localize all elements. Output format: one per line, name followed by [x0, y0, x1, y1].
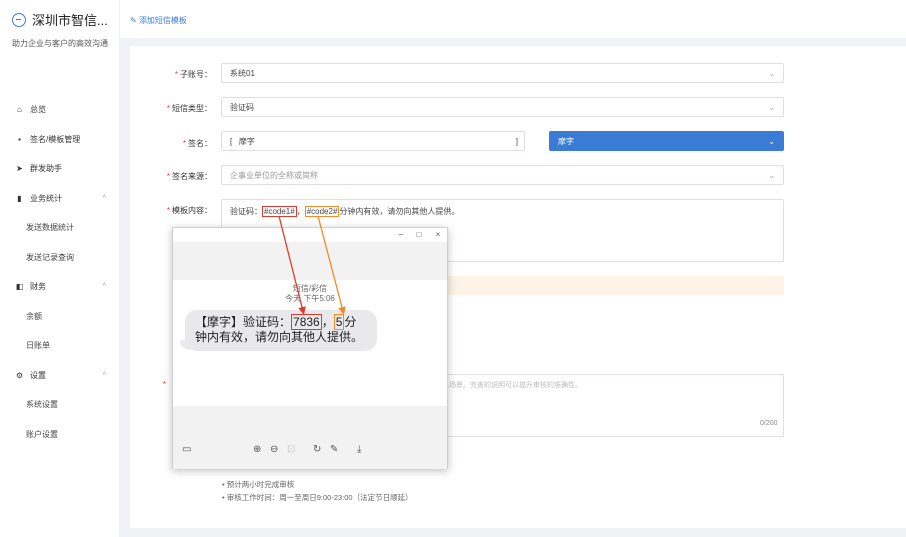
breadcrumb[interactable]: ✎ 添加短信模板: [130, 15, 187, 26]
fit-icon[interactable]: ⊡: [287, 444, 295, 455]
sidebar-item-label: 总览: [30, 105, 46, 115]
character-counter: 0/200: [760, 420, 778, 427]
description-placeholder: 和发送场景。完善的说明可以提升审核的准确性。: [428, 382, 582, 389]
sidebar-item[interactable]: 账户设置: [0, 420, 120, 450]
sidebar: 深圳市智信... 助力企业与客户的高效沟通 ⌂ 总览 ▪ 签名/模板管理 ➤ 群发助手 ▮ 业…: [0, 0, 120, 537]
sidebar-item-label: 财务: [30, 282, 46, 292]
image-viewer-window: − □ × 短信/彩信 今天 下午5:06 【摩字】验证码： 7836， 5 分 钟内…: [172, 227, 448, 469]
signature-input[interactable]: [ 摩字 ]: [221, 131, 525, 151]
maximize-icon[interactable]: □: [413, 230, 425, 239]
minimize-icon[interactable]: −: [395, 230, 407, 239]
code1-value-highlight: 7836: [291, 314, 322, 330]
sidebar-item[interactable]: ▮ 业务统计 ^: [0, 184, 120, 214]
sidebar-item-label: 日账单: [26, 341, 50, 351]
code1-highlight: #code1#: [262, 206, 297, 217]
brand-title: 深圳市智信...: [32, 13, 108, 28]
close-icon[interactable]: ×: [432, 230, 444, 239]
description-required-mark: *: [162, 380, 166, 389]
sms-type-select[interactable]: 验证码 ⌄: [221, 97, 784, 117]
download-icon[interactable]: ⤓: [357, 444, 361, 455]
note-item: • 预计两小时完成审核: [222, 480, 295, 489]
top-bar: ✎ 添加短信模板: [120, 0, 906, 38]
account-select[interactable]: 系统01 ⌄: [221, 63, 784, 83]
message-time: 今天 下午5:06: [285, 294, 335, 303]
brand-subtitle: 助力企业与客户的高效沟通: [12, 39, 108, 48]
send-icon: ➤: [16, 164, 23, 174]
finance-icon: ◧: [15, 282, 24, 292]
sms-type-label: * 短信类型：: [166, 104, 212, 113]
chevron-up-icon: ^: [102, 194, 106, 202]
sidebar-item[interactable]: 余额: [0, 302, 120, 332]
viewer-titlebar: − □ ×: [173, 228, 447, 242]
zoom-out-icon[interactable]: ⊖: [270, 444, 278, 455]
chevron-down-icon: ⌄: [768, 170, 775, 180]
sidebar-item[interactable]: ⌂ 总览: [0, 95, 120, 125]
viewer-top-area: [173, 242, 447, 280]
note-item: • 审核工作时间：周一至周日9:00-23:00（法定节日顺延）: [222, 493, 413, 502]
zoom-in-icon[interactable]: ⊕: [253, 444, 261, 455]
sidebar-item[interactable]: 系统设置: [0, 390, 120, 420]
sidebar-item[interactable]: ➤ 群发助手: [0, 154, 120, 184]
chevron-down-icon: ⌄: [768, 102, 775, 112]
sidebar-item-label: 签名/模板管理: [30, 134, 81, 144]
panel-icon[interactable]: ▭: [182, 444, 191, 455]
sidebar-item-label: 余额: [26, 311, 42, 321]
sidebar-item-label: 账户设置: [26, 429, 58, 439]
sidebar-item[interactable]: ◧ 财务 ^: [0, 272, 120, 302]
rotate-icon[interactable]: ↻: [313, 444, 321, 455]
gear-icon: ⚙: [15, 370, 24, 380]
signature-select[interactable]: 摩字 ⌄: [549, 131, 784, 151]
sidebar-item[interactable]: ▪ 签名/模板管理: [0, 125, 120, 155]
chevron-up-icon: ^: [102, 283, 106, 291]
code2-value-highlight: 5: [333, 314, 345, 330]
home-icon: ⌂: [17, 105, 22, 115]
template-content-label: * 模板内容：: [166, 206, 212, 215]
chat-bubble-icon: [12, 12, 26, 27]
code2-highlight: #code2#: [304, 206, 340, 217]
sidebar-item-label: 群发助手: [30, 164, 62, 174]
sidebar-item-label: 发送数据统计: [26, 223, 74, 233]
sidebar-menu: ⌂ 总览 ▪ 签名/模板管理 ➤ 群发助手 ▮ 业务统计 ^ 发送数据统计 发送记录查询 ◧ 财务 ^ 余额…: [0, 95, 120, 449]
sidebar-item[interactable]: 发送数据统计: [0, 213, 120, 243]
sms-bubble: 【摩字】验证码： 7836， 5 分 钟内有效，请勿向其他人提供。: [185, 310, 377, 351]
edit-icon: ✎: [130, 16, 139, 25]
signature-source-label: * 签名来源：: [166, 172, 212, 181]
brand: 深圳市智信...: [12, 10, 108, 29]
signature-label: * 签名：: [182, 139, 212, 148]
chevron-down-icon: ⌄: [768, 68, 775, 78]
signature-source-select[interactable]: 企事业单位的全称或简称 ⌄: [221, 165, 784, 185]
edit-icon[interactable]: ✎: [330, 444, 338, 455]
account-label: * 子账号：: [174, 70, 212, 79]
grid-icon: ▪: [18, 134, 21, 144]
sidebar-item-label: 发送记录查询: [26, 252, 74, 262]
sidebar-item-label: 系统设置: [26, 400, 58, 410]
chevron-down-icon: ⌄: [768, 136, 775, 146]
bar-chart-icon: ▮: [17, 193, 22, 203]
viewer-toolbar-area: [173, 406, 447, 469]
review-notes: • 预计两小时完成审核 • 审核工作时间：周一至周日9:00-23:00（法定节…: [222, 478, 413, 504]
sidebar-item-label: 设置: [30, 370, 46, 380]
chevron-up-icon: ^: [102, 371, 106, 379]
sidebar-item-label: 业务统计: [30, 193, 62, 203]
sidebar-item[interactable]: 发送记录查询: [0, 243, 120, 273]
sidebar-item[interactable]: 日账单: [0, 331, 120, 361]
